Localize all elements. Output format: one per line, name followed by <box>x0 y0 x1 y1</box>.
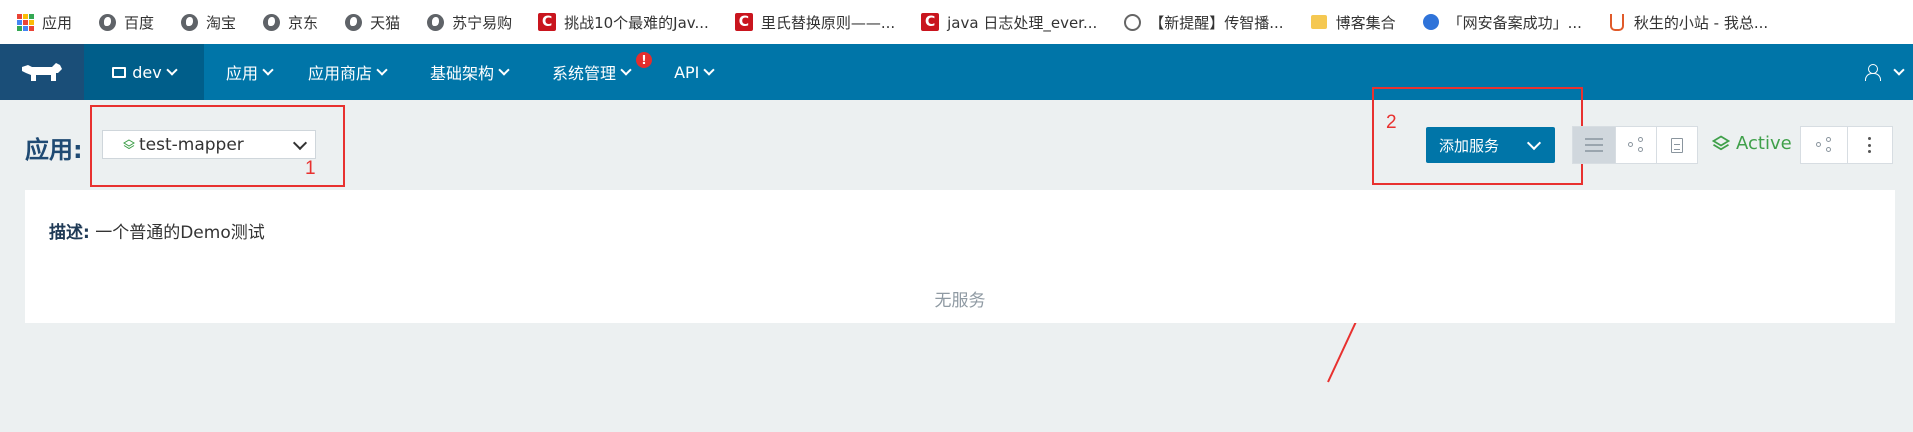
share-nodes-icon <box>1628 137 1644 153</box>
chevron-down-icon <box>703 64 716 76</box>
nav-admin[interactable]: 系统管理 ! <box>552 44 653 100</box>
chevron-down-icon <box>262 64 274 76</box>
bookmark-label: 挑战10个最难的Jav... <box>564 13 709 32</box>
nav-infrastructure[interactable]: 基础架构 <box>430 44 510 100</box>
environment-label: dev <box>132 62 162 82</box>
globe-icon <box>180 13 198 31</box>
bookmark-qiusheng[interactable]: 秋生的小站 - 我总... <box>1608 12 1768 33</box>
csdn-icon: C <box>921 13 940 31</box>
bookmark-label: 苏宁易购 <box>452 13 513 32</box>
csdn-icon: C <box>734 13 753 31</box>
nav-label: 应用商店 <box>308 64 373 83</box>
bookmark-label: 博客集合 <box>1335 13 1396 32</box>
bookmark-label: 秋生的小站 - 我总... <box>1633 13 1769 32</box>
baidu-paw-icon <box>1422 13 1440 31</box>
bookmark-label: 京东 <box>288 13 319 32</box>
status-text: Active <box>1736 133 1792 154</box>
status-badge: Active <box>1712 133 1792 154</box>
apps-grid-icon <box>16 13 34 31</box>
globe-icon <box>426 13 444 31</box>
bookmark-label: 百度 <box>124 13 155 32</box>
circle-icon <box>1123 13 1141 31</box>
java-cup-icon <box>1608 13 1626 31</box>
nav-apps[interactable]: 应用 <box>226 44 274 100</box>
user-menu[interactable] <box>1865 44 1913 100</box>
annotation-number-1: 1 <box>305 158 316 179</box>
bookmark-label: 淘宝 <box>206 13 237 32</box>
nav-label: API <box>674 62 700 82</box>
bookmark-csdn-3[interactable]: Cjava 日志处理_ever... <box>921 12 1097 33</box>
bookmark-label: 「网安备案成功」... <box>1447 13 1582 32</box>
compose-file-button[interactable] <box>1656 126 1698 164</box>
bookmark-label: 应用 <box>42 13 73 32</box>
bookmark-baidu[interactable]: 百度 <box>98 12 154 33</box>
bookmark-label: 里氏替换原则——... <box>760 13 896 32</box>
nav-api[interactable]: API <box>674 44 716 100</box>
more-vertical-icon <box>1868 137 1872 153</box>
globe-icon <box>262 13 280 31</box>
user-icon <box>1865 64 1881 81</box>
globe-icon <box>344 13 362 31</box>
description-label: 描述: <box>49 223 90 243</box>
chevron-down-icon <box>1893 64 1905 76</box>
nav-label: 基础架构 <box>430 64 495 83</box>
bookmark-label: 【新提醒】传智播... <box>1149 13 1284 32</box>
chevron-down-icon <box>620 64 632 76</box>
top-navigation: dev 应用 应用商店 基础架构 系统管理 ! API <box>0 44 1913 100</box>
bookmark-label: java 日志处理_ever... <box>947 13 1098 32</box>
share-nodes-icon <box>1816 137 1832 153</box>
nav-label: 系统管理 <box>552 64 617 83</box>
chevron-down-icon <box>498 64 510 76</box>
page-title: 应用: <box>25 136 83 164</box>
csdn-icon: C <box>538 13 557 31</box>
chevron-down-icon <box>376 64 388 76</box>
environment-switcher[interactable]: dev <box>84 44 204 100</box>
empty-state-text: 无服务 <box>934 291 986 311</box>
folder-icon <box>1310 13 1328 31</box>
rancher-logo[interactable] <box>0 44 84 100</box>
bookmark-blog-folder[interactable]: 博客集合 <box>1310 12 1396 33</box>
folder-icon <box>112 66 127 78</box>
layers-icon <box>1712 134 1730 150</box>
list-view-button[interactable] <box>1572 126 1616 164</box>
bookmark-csdn-2[interactable]: C 里氏替换原则——... <box>734 12 896 33</box>
bookmark-tmall[interactable]: 天猫 <box>344 12 400 33</box>
list-icon <box>1585 138 1603 152</box>
bookmark-label: 天猫 <box>370 13 401 32</box>
annotation-box-2 <box>1372 87 1583 185</box>
bookmark-suning[interactable]: 苏宁易购 <box>426 12 512 33</box>
bookmark-itcast[interactable]: 【新提醒】传智播... <box>1123 12 1284 33</box>
chevron-down-icon <box>166 64 178 76</box>
bookmark-taobao[interactable]: 淘宝 <box>180 12 236 33</box>
nav-catalog[interactable]: 应用商店 <box>308 44 388 100</box>
document-icon <box>1671 137 1683 153</box>
rancher-cow-icon <box>22 63 62 81</box>
bookmark-csdn-1[interactable]: C 挑战10个最难的Jav... <box>538 12 709 33</box>
alert-badge: ! <box>636 52 653 68</box>
bookmark-beian[interactable]: 「网安备案成功」... <box>1422 12 1582 33</box>
description: 描述: 一个普通的Demo测试 <box>49 218 265 243</box>
share-button[interactable] <box>1800 126 1848 164</box>
bookmark-apps[interactable]: 应用 <box>16 12 72 33</box>
bookmark-jd[interactable]: 京东 <box>262 12 318 33</box>
services-panel: 描述: 一个普通的Demo测试 无服务 <box>25 190 1895 323</box>
globe-icon <box>98 13 116 31</box>
bookmarks-bar: 应用 百度 淘宝 京东 天猫 苏宁易购 C 挑战10个最难的Jav... C 里氏替… <box>0 0 1913 44</box>
description-value: 一个普通的Demo测试 <box>95 223 265 243</box>
more-actions-button[interactable] <box>1847 126 1893 164</box>
annotation-number-2: 2 <box>1386 112 1397 133</box>
nav-label: 应用 <box>226 64 259 83</box>
graph-view-button[interactable] <box>1615 126 1657 164</box>
